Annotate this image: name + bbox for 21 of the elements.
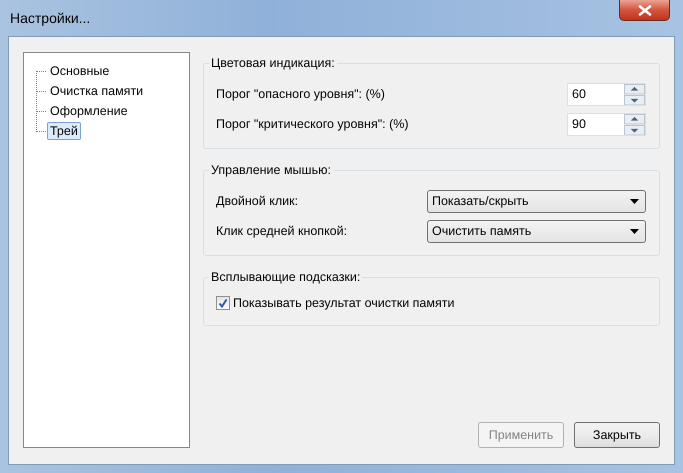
dropdown[interactable]: Показать/скрыть — [427, 190, 646, 213]
close-dialog-button[interactable]: Закрыть — [574, 422, 660, 448]
group-title: Управление мышью: — [210, 163, 332, 177]
caret-icon — [630, 229, 639, 234]
dropdown[interactable]: Очистить память — [427, 220, 646, 243]
tree-item[interactable]: Трей — [47, 122, 81, 140]
close-button[interactable] — [619, 0, 670, 21]
group-title: Всплывающие подсказки: — [210, 270, 362, 284]
field-label: Клик средней кнопкой: — [216, 223, 348, 240]
close-icon — [638, 4, 652, 16]
checkbox[interactable] — [216, 296, 230, 310]
checkbox-label: Показывать результат очистки памяти — [233, 295, 454, 312]
field-label: Порог "критического уровня": (%) — [216, 116, 409, 134]
caret-icon — [630, 199, 639, 204]
group-title: Цветовая индикация: — [210, 56, 336, 70]
tree-item[interactable]: Очистка памяти — [47, 82, 146, 100]
window-title: Настройки... — [10, 9, 90, 28]
tree-item[interactable]: Оформление — [47, 102, 131, 120]
field-label: Порог "опасного уровня": (%) — [216, 86, 385, 104]
field-label: Двойной клик: — [216, 193, 298, 210]
tree-item[interactable]: Основные — [47, 62, 112, 80]
